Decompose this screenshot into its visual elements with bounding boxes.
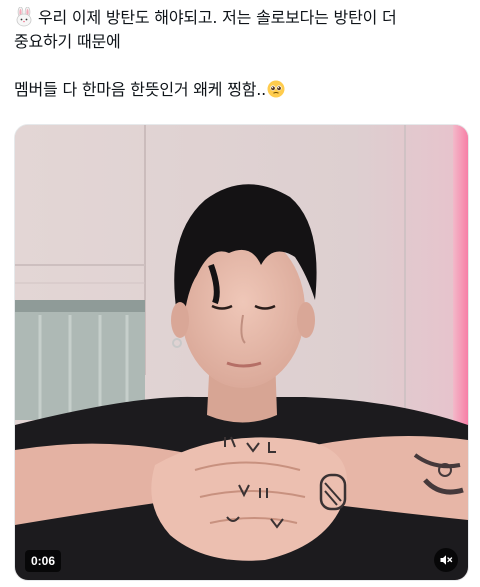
tweet-text: 우리 이제 방탄도 해야되고. 저는 솔로보다는 방탄이 더 중요하기 때문에 … xyxy=(14,6,470,102)
tweet-line-1: 우리 이제 방탄도 해야되고. 저는 솔로보다는 방탄이 더 xyxy=(14,6,470,30)
tweet-line-1-text: 우리 이제 방탄도 해야되고. 저는 솔로보다는 방탄이 더 xyxy=(38,8,397,27)
video-frame xyxy=(15,125,468,580)
video-player[interactable]: 0:06 xyxy=(14,124,469,581)
video-duration-badge: 0:06 xyxy=(25,550,62,572)
muted-speaker-icon xyxy=(440,555,453,565)
tweet-line-2: 중요하기 때문에 xyxy=(14,32,121,51)
rabbit-face-icon xyxy=(16,7,32,27)
tweet-line-3: 멤버들 다 한마음 한뜻인거 왜케 찡함.. xyxy=(14,78,470,102)
pleading-face-icon xyxy=(267,80,285,98)
tweet-line-3-text: 멤버들 다 한마음 한뜻인거 왜케 찡함.. xyxy=(14,80,267,99)
mute-toggle-button[interactable] xyxy=(434,548,458,572)
